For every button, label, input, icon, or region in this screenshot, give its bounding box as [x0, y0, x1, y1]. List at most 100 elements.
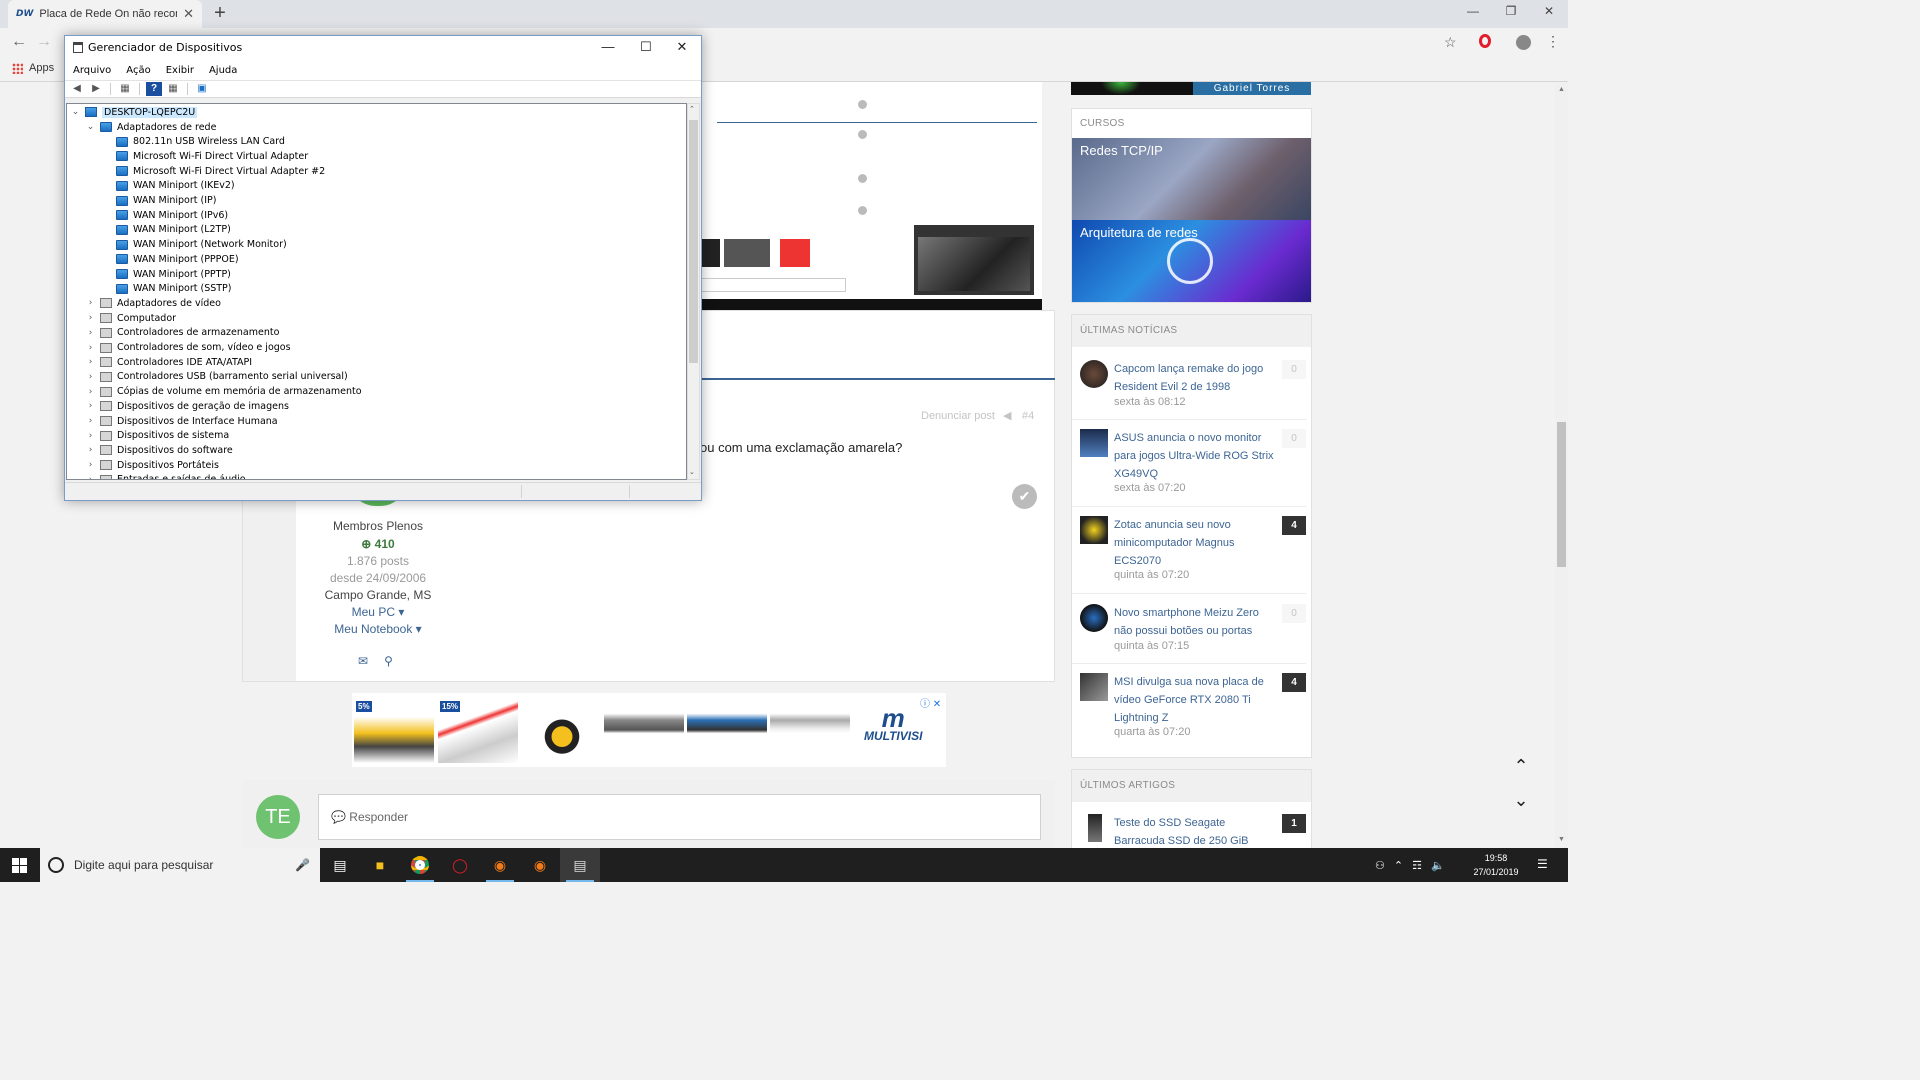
tree-category[interactable]: › Dispositivos de geração de imagens — [86, 399, 289, 414]
menu-arquivo[interactable]: Arquivo — [73, 65, 111, 76]
ad-product-printer-3[interactable] — [770, 697, 850, 763]
forward-icon[interactable]: → — [36, 33, 52, 51]
tree-item-network-adapter[interactable]: WAN Miniport (L2TP) — [102, 223, 231, 238]
tree-category[interactable]: › Dispositivos de Interface Humana — [86, 414, 278, 429]
expand-chevron-icon[interactable]: › — [86, 401, 95, 411]
ad-close-icon[interactable]: ⓘ ✕ — [920, 695, 941, 710]
ad-product-printer-1[interactable] — [604, 697, 684, 763]
expand-chevron-icon[interactable]: › — [86, 328, 95, 338]
expand-chevron-icon[interactable]: › — [86, 387, 95, 397]
tree-category[interactable]: › Dispositivos de sistema — [86, 428, 230, 443]
news-item[interactable]: Novo smartphone Meizu Zero não possui bo… — [1072, 604, 1306, 664]
course-tcpip[interactable]: Redes TCP/IP — [1072, 138, 1311, 220]
tree-scrollbar-thumb[interactable] — [689, 120, 698, 363]
news-item[interactable]: MSI divulga sua nova placa de vídeo GeFo… — [1080, 673, 1306, 743]
chrome-icon[interactable] — [400, 848, 440, 882]
scroll-down-icon[interactable]: ⌄ — [1508, 790, 1534, 811]
scrollbar-down-arrow[interactable]: ▼ — [1557, 836, 1566, 843]
news-title[interactable]: MSI divulga sua nova placa de vídeo GeFo… — [1114, 673, 1274, 727]
view-icon[interactable]: ▦ — [165, 82, 181, 96]
like-icon[interactable]: ✔ — [1012, 484, 1037, 509]
course-network-architecture[interactable]: Arquitetura de redes — [1072, 220, 1311, 302]
news-item[interactable]: Capcom lança remake do jogo Resident Evi… — [1072, 360, 1306, 420]
expand-chevron-icon[interactable]: › — [86, 460, 95, 470]
action-center-icon[interactable]: ☰ — [1537, 857, 1548, 871]
task-view-icon[interactable]: ▤ — [320, 848, 360, 882]
expand-chevron-icon[interactable]: › — [86, 313, 95, 323]
monitor-icon[interactable]: ▣ — [194, 82, 210, 96]
news-item[interactable]: ASUS anuncia o novo monitor para jogos U… — [1072, 429, 1306, 507]
scrollbar-up-arrow[interactable]: ▲ — [1557, 86, 1566, 93]
tree-root-computer[interactable]: ⌄ DESKTOP-LQEPC2U — [71, 105, 198, 120]
tree-category[interactable]: › Controladores USB (barramento serial un… — [86, 370, 348, 385]
expand-chevron-icon[interactable]: › — [86, 445, 95, 455]
people-icon[interactable]: ⚇ — [1375, 859, 1385, 872]
network-icon[interactable]: ☶ — [1412, 859, 1422, 872]
file-explorer-icon[interactable]: ■ — [360, 848, 400, 882]
tree-category[interactable]: › Dispositivos do software — [86, 443, 233, 458]
windows-start-icon[interactable] — [12, 858, 27, 873]
minimize-icon[interactable]: — — [598, 39, 618, 54]
tree-item-network-adapter[interactable]: Microsoft Wi-Fi Direct Virtual Adapter — [102, 149, 308, 164]
device-manager-taskbar-icon[interactable]: ▤ — [560, 848, 600, 882]
new-tab-button[interactable]: + — [208, 3, 232, 25]
author-banner[interactable]: Gabriel Torres — [1071, 82, 1311, 95]
article-item[interactable]: Teste do SSD Seagate Barracuda SSD de 25… — [1080, 814, 1306, 848]
taskbar-clock[interactable]: 19:58 27/01/2019 — [1466, 851, 1526, 879]
menu-acao[interactable]: Ação — [126, 65, 150, 76]
back-icon[interactable]: ◀ — [69, 82, 85, 96]
tree-category[interactable]: › Adaptadores de vídeo — [86, 296, 221, 311]
browser-restore-icon[interactable]: ❐ — [1501, 4, 1521, 18]
tree-item-network-adapter[interactable]: WAN Miniport (PPPOE) — [102, 252, 239, 267]
menu-exibir[interactable]: Exibir — [166, 65, 194, 76]
tree-scroll-up-icon[interactable]: ⌃ — [689, 105, 695, 113]
browser-menu-icon[interactable]: ⋮ — [1546, 33, 1560, 50]
volume-icon[interactable]: 🔈 — [1431, 859, 1445, 872]
search-icon[interactable]: ⚲ — [384, 654, 393, 668]
back-icon[interactable]: ← — [11, 33, 27, 51]
firefox-icon[interactable]: ◉ — [480, 848, 520, 882]
news-title[interactable]: ASUS anuncia o novo monitor para jogos U… — [1114, 429, 1274, 483]
maximize-icon[interactable]: ☐ — [636, 39, 656, 55]
tree-item-network-adapter[interactable]: WAN Miniport (SSTP) — [102, 281, 232, 296]
tree-item-network-adapter[interactable]: Microsoft Wi-Fi Direct Virtual Adapter #… — [102, 164, 325, 179]
ad-banner[interactable]: 5% 15% m MULTIVISI ⓘ ✕ — [352, 693, 946, 767]
news-title[interactable]: Capcom lança remake do jogo Resident Evi… — [1114, 360, 1274, 396]
tree-category[interactable]: › Controladores de som, vídeo e jogos — [86, 340, 291, 355]
device-tree[interactable]: ⌄ DESKTOP-LQEPC2U ⌄ Adaptadores de rede 802.… — [66, 103, 687, 480]
my-pc-dropdown[interactable]: Meu PC ▾ — [288, 605, 468, 619]
news-title[interactable]: Novo smartphone Meizu Zero não possui bo… — [1114, 604, 1274, 640]
tree-category[interactable]: › Entradas e saídas de áudio — [86, 473, 246, 479]
browser-tab[interactable]: DW Placa de Rede On não reconhecida ✕ — [8, 0, 202, 28]
ad-product-laminator[interactable]: 5% — [354, 697, 434, 763]
microphone-icon[interactable]: 🎤 — [295, 858, 310, 872]
properties-icon[interactable]: ▦ — [117, 82, 133, 96]
tray-chevron-icon[interactable]: ⌃ — [1394, 859, 1403, 872]
share-icon[interactable]: ◀ — [1003, 409, 1011, 422]
device-manager-titlebar[interactable]: Gerenciador de Dispositivos — ☐ ✕ — [65, 36, 701, 60]
message-icon[interactable]: ✉ — [358, 654, 368, 668]
tree-item-network-adapter[interactable]: WAN Miniport (IPv6) — [102, 208, 228, 223]
firefox-icon-2[interactable]: ◉ — [520, 848, 560, 882]
post-number-link[interactable]: #4 — [1022, 410, 1034, 422]
expand-chevron-icon[interactable]: › — [86, 357, 95, 367]
device-manager-window[interactable]: Gerenciador de Dispositivos — ☐ ✕ Arquiv… — [64, 35, 702, 501]
expand-chevron-icon[interactable]: › — [86, 343, 95, 353]
collapse-chevron-icon[interactable]: ⌄ — [86, 122, 95, 132]
expand-chevron-icon[interactable]: › — [86, 475, 95, 479]
news-title[interactable]: Zotac anuncia seu novo minicomputador Ma… — [1114, 516, 1274, 570]
expand-chevron-icon[interactable]: › — [86, 298, 95, 308]
tab-close-icon[interactable]: ✕ — [183, 6, 194, 22]
expand-chevron-icon[interactable]: › — [86, 431, 95, 441]
tree-item-network-adapter[interactable]: WAN Miniport (IP) — [102, 193, 216, 208]
tree-category-network-adapters[interactable]: ⌄ Adaptadores de rede — [86, 120, 217, 135]
expand-chevron-icon[interactable]: › — [86, 416, 95, 426]
menu-ajuda[interactable]: Ajuda — [209, 65, 237, 76]
ad-product-cutter[interactable]: 15% — [438, 697, 518, 763]
browser-minimize-icon[interactable]: — — [1463, 4, 1483, 18]
tree-item-network-adapter[interactable]: WAN Miniport (IKEv2) — [102, 179, 235, 194]
tree-category[interactable]: › Cópias de volume em memória de armazena… — [86, 384, 362, 399]
collapse-chevron-icon[interactable]: ⌄ — [71, 107, 80, 117]
ad-product-printer-2[interactable] — [687, 697, 767, 763]
taskbar-search[interactable]: Digite aqui para pesquisar 🎤 — [40, 848, 320, 882]
